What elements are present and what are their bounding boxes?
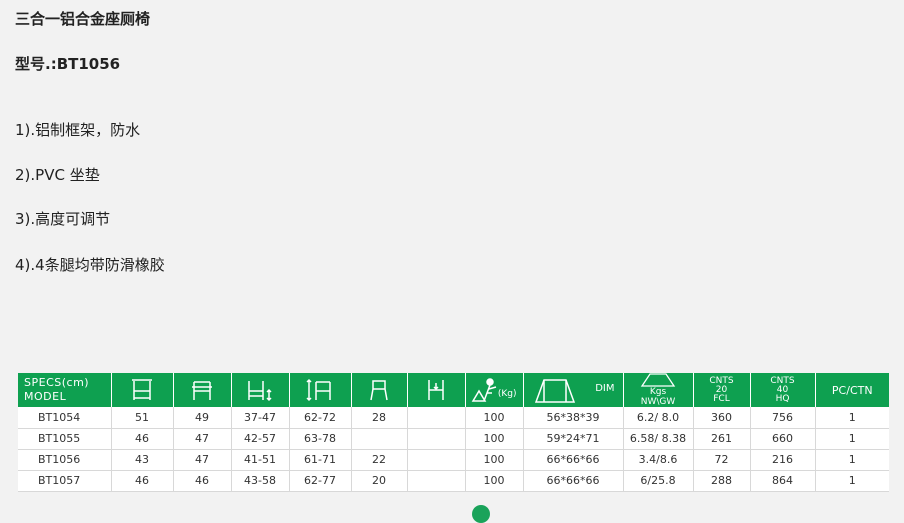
table-cell: 100 xyxy=(465,428,524,450)
chair-depth-icon xyxy=(173,373,232,407)
dim-header: DIM xyxy=(523,373,624,407)
kgs-label: Kgs xyxy=(649,387,667,397)
table-cell: 46 xyxy=(111,470,174,492)
table-cell: 216 xyxy=(750,449,816,471)
table-cell xyxy=(407,470,466,492)
table-cell: 62-72 xyxy=(289,407,352,429)
table-cell: 72 xyxy=(693,449,751,471)
table-cell: 59*24*71 xyxy=(523,428,624,450)
weight-header: Kgs NW\GW xyxy=(623,373,694,407)
table-row: BT1055 46 47 42-57 63-78 100 59*24*71 6.58/ 8.3… xyxy=(18,428,889,450)
table-cell: 100 xyxy=(465,449,524,471)
model-cell: BT1055 xyxy=(18,428,112,450)
table-cell: 3.4/8.6 xyxy=(623,449,694,471)
model-number: 型号.:BT1056 xyxy=(15,55,121,73)
table-cell: 43 xyxy=(111,449,174,471)
model-cell: BT1054 xyxy=(18,407,112,429)
specs-model-header: SPECS(cm) MODEL xyxy=(18,373,112,407)
table-cell: 6/25.8 xyxy=(623,470,694,492)
table-cell: 49 xyxy=(173,407,232,429)
model-cell: BT1057 xyxy=(18,470,112,492)
model-label: MODEL xyxy=(24,390,67,403)
table-cell: 22 xyxy=(351,449,408,471)
weight-capacity-header: (Kg) xyxy=(465,373,524,407)
seat-height-icon xyxy=(231,373,290,407)
table-cell: 62-77 xyxy=(289,470,352,492)
box-dimension-icon xyxy=(534,379,575,403)
specs-label: SPECS(cm) xyxy=(24,376,90,389)
table-cell: 1 xyxy=(815,407,889,429)
weight-scale-icon xyxy=(640,373,676,387)
table-cell: 66*66*66 xyxy=(523,470,624,492)
table-cell: 63-78 xyxy=(289,428,352,450)
table-cell: 37-47 xyxy=(231,407,290,429)
seat-icon xyxy=(351,373,408,407)
table-cell: 47 xyxy=(173,449,232,471)
table-cell: 41-51 xyxy=(231,449,290,471)
table-cell: 100 xyxy=(465,407,524,429)
weight-unit-label: (Kg) xyxy=(497,389,517,399)
table-cell: 46 xyxy=(111,428,174,450)
table-cell: 61-71 xyxy=(289,449,352,471)
table-cell xyxy=(351,428,408,450)
table-cell: 51 xyxy=(111,407,174,429)
table-cell: 47 xyxy=(173,428,232,450)
table-cell: 46 xyxy=(173,470,232,492)
table-cell: 864 xyxy=(750,470,816,492)
scroll-indicator-dot xyxy=(472,505,490,523)
table-cell: 1 xyxy=(815,428,889,450)
table-cell: 1 xyxy=(815,470,889,492)
table-cell: 56*38*39 xyxy=(523,407,624,429)
table-cell: 20 xyxy=(351,470,408,492)
cnts-20-header: CNTS 20 FCL xyxy=(693,373,751,407)
pc-ctn-header: PC/CTN xyxy=(815,373,889,407)
table-row: BT1056 43 47 41-51 61-71 22 100 66*66*66 3.4/8.6… xyxy=(18,449,889,471)
table-header-row: SPECS(cm) MODEL (Kg) DIM Kgs NW\GW CNTS … xyxy=(18,373,889,407)
feature-item: 1).铝制框架，防水 xyxy=(15,121,141,139)
table-cell xyxy=(407,449,466,471)
table-cell: 288 xyxy=(693,470,751,492)
overall-height-icon xyxy=(289,373,352,407)
table-cell: 1 xyxy=(815,449,889,471)
table-cell: 6.58/ 8.38 xyxy=(623,428,694,450)
frame-icon xyxy=(407,373,466,407)
table-cell: 261 xyxy=(693,428,751,450)
table-cell: 100 xyxy=(465,470,524,492)
feature-item: 3).高度可调节 xyxy=(15,210,111,228)
container-type: HQ xyxy=(775,393,790,404)
table-cell: 660 xyxy=(750,428,816,450)
table-cell: 66*66*66 xyxy=(523,449,624,471)
table-cell: 360 xyxy=(693,407,751,429)
table-row: BT1054 51 49 37-47 62-72 28 100 56*38*39 6.2/ 8.… xyxy=(18,407,889,429)
model-cell: BT1056 xyxy=(18,449,112,471)
chair-width-icon xyxy=(111,373,174,407)
container-type: FCL xyxy=(713,393,730,404)
nwgw-label: NW\GW xyxy=(640,397,676,407)
table-cell: 756 xyxy=(750,407,816,429)
table-cell xyxy=(407,428,466,450)
cnts-40-header: CNTS 40 HQ xyxy=(750,373,816,407)
table-cell: 43-58 xyxy=(231,470,290,492)
product-title: 三合一铝合金座厕椅 xyxy=(15,10,151,28)
table-cell xyxy=(407,407,466,429)
feature-item: 4).4条腿均带防滑橡胶 xyxy=(15,256,165,274)
table-cell: 6.2/ 8.0 xyxy=(623,407,694,429)
dim-label: DIM xyxy=(595,383,615,394)
table-row: BT1057 46 46 43-58 62-77 20 100 66*66*66 6/25.8 2… xyxy=(18,470,889,492)
feature-item: 2).PVC 坐垫 xyxy=(15,166,100,184)
table-cell: 42-57 xyxy=(231,428,290,450)
table-cell: 28 xyxy=(351,407,408,429)
specs-table: SPECS(cm) MODEL (Kg) DIM Kgs NW\GW CNTS … xyxy=(18,373,889,492)
